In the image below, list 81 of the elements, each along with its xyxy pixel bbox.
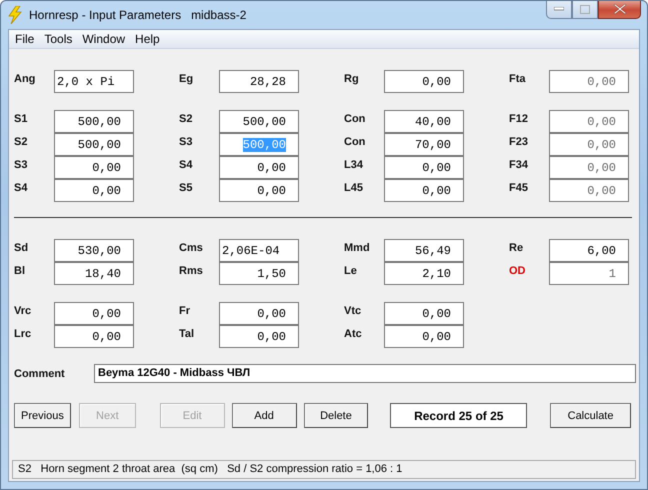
input-field[interactable]: 28,28 <box>219 70 299 93</box>
field-label: Rms <box>179 264 204 279</box>
field-label: Eg <box>179 72 194 87</box>
lightning-icon <box>7 6 23 24</box>
input-field[interactable]: 530,00 <box>54 239 134 262</box>
field-label: Bl <box>14 264 26 279</box>
menu-item[interactable]: Help <box>134 32 167 46</box>
input-field[interactable]: 0,00 <box>54 179 134 202</box>
field-label: Fr <box>179 304 191 319</box>
field-label: F34 <box>509 158 529 173</box>
action-button[interactable]: Add <box>232 403 297 428</box>
input-field[interactable]: 2,06E-04 <box>219 239 299 262</box>
minimize-button[interactable] <box>546 1 572 19</box>
input-field[interactable]: 0,00 <box>384 179 464 202</box>
field-label: Sd <box>14 241 30 256</box>
input-field[interactable]: 18,40 <box>54 262 134 285</box>
calculate-button[interactable]: Calculate <box>550 403 631 428</box>
input-field[interactable]: 0,00 <box>219 179 299 202</box>
input-field[interactable]: 2,10 <box>384 262 464 285</box>
field-label: S3 <box>14 158 28 173</box>
input-field[interactable]: 40,00 <box>384 110 464 133</box>
field-label: S1 <box>14 112 28 127</box>
close-button[interactable] <box>598 1 641 19</box>
action-button[interactable]: Delete <box>304 403 368 428</box>
field-label: Cms <box>179 241 204 256</box>
input-field[interactable]: 0,00 <box>219 302 299 325</box>
action-button[interactable]: Previous <box>14 403 71 428</box>
input-field[interactable]: 500,00 <box>54 110 134 133</box>
field-label: Ang <box>14 72 36 87</box>
input-field[interactable]: 0,00 <box>384 70 464 93</box>
field-label: Re <box>509 241 524 256</box>
field-label: S2 <box>179 112 194 127</box>
maximize-icon <box>580 4 590 14</box>
field-label: Lrc <box>14 327 32 342</box>
input-field[interactable]: 0,00 <box>219 156 299 179</box>
field-label: F12 <box>509 112 529 127</box>
input-field[interactable]: 0,00 <box>54 156 134 179</box>
input-field[interactable]: 0,00 <box>384 302 464 325</box>
menu-item[interactable]: File <box>14 32 42 46</box>
input-field[interactable]: 56,49 <box>384 239 464 262</box>
menu-item[interactable]: Tools <box>43 32 80 46</box>
maximize-button[interactable] <box>572 1 598 19</box>
field-label: Tal <box>179 327 196 342</box>
close-icon <box>614 4 626 14</box>
field-label: OD <box>509 264 526 279</box>
field-label: S4 <box>179 158 194 173</box>
input-field[interactable]: 0,00 <box>384 325 464 348</box>
input-field[interactable]: 0,00 <box>219 325 299 348</box>
field-label: Le <box>344 264 358 279</box>
input-field[interactable]: 0,00 <box>54 325 134 348</box>
field-label: Con <box>344 135 366 150</box>
menu-item[interactable]: Window <box>81 32 132 46</box>
input-field[interactable]: 1,50 <box>219 262 299 285</box>
field-label: Atc <box>344 327 363 342</box>
field-label: S5 <box>179 181 194 196</box>
input-field[interactable]: 500,00 <box>54 133 134 156</box>
field-label: S2 <box>14 135 28 150</box>
status-bar: S2 Horn segment 2 throat area (sq cm) Sd / S2 compression ratio = 1,06 : 1 <box>12 460 636 479</box>
field-label: Con <box>344 112 366 127</box>
field-label: Rg <box>344 72 360 87</box>
field-label: S3 <box>179 135 194 150</box>
input-field[interactable]: 500,00 <box>219 110 299 133</box>
field-label: Vrc <box>14 304 32 319</box>
field-label: Mmd <box>344 241 371 256</box>
input-field[interactable]: 0,00 <box>384 156 464 179</box>
field-label: Comment <box>14 368 66 380</box>
input-field[interactable]: 2,0 x Pi <box>54 70 134 93</box>
field-label: S4 <box>14 181 28 196</box>
window-title: Hornresp - Input Parameters midbass-2 <box>29 8 246 22</box>
input-field[interactable]: 70,00 <box>384 133 464 156</box>
input-field[interactable]: 0,00 <box>54 302 134 325</box>
input-field[interactable]: 6,00 <box>549 239 629 262</box>
field-label: F23 <box>509 135 529 150</box>
field-label: F45 <box>509 181 529 196</box>
field-label: Vtc <box>344 304 362 319</box>
comment-field[interactable]: Beyma 12G40 - Midbass ЧВЛ <box>94 364 636 383</box>
field-label: L45 <box>344 181 364 196</box>
field-label: L34 <box>344 158 364 173</box>
field-label: Fta <box>509 72 526 87</box>
record-counter: Record 25 of 25 <box>390 403 528 428</box>
minimize-icon <box>554 7 564 11</box>
